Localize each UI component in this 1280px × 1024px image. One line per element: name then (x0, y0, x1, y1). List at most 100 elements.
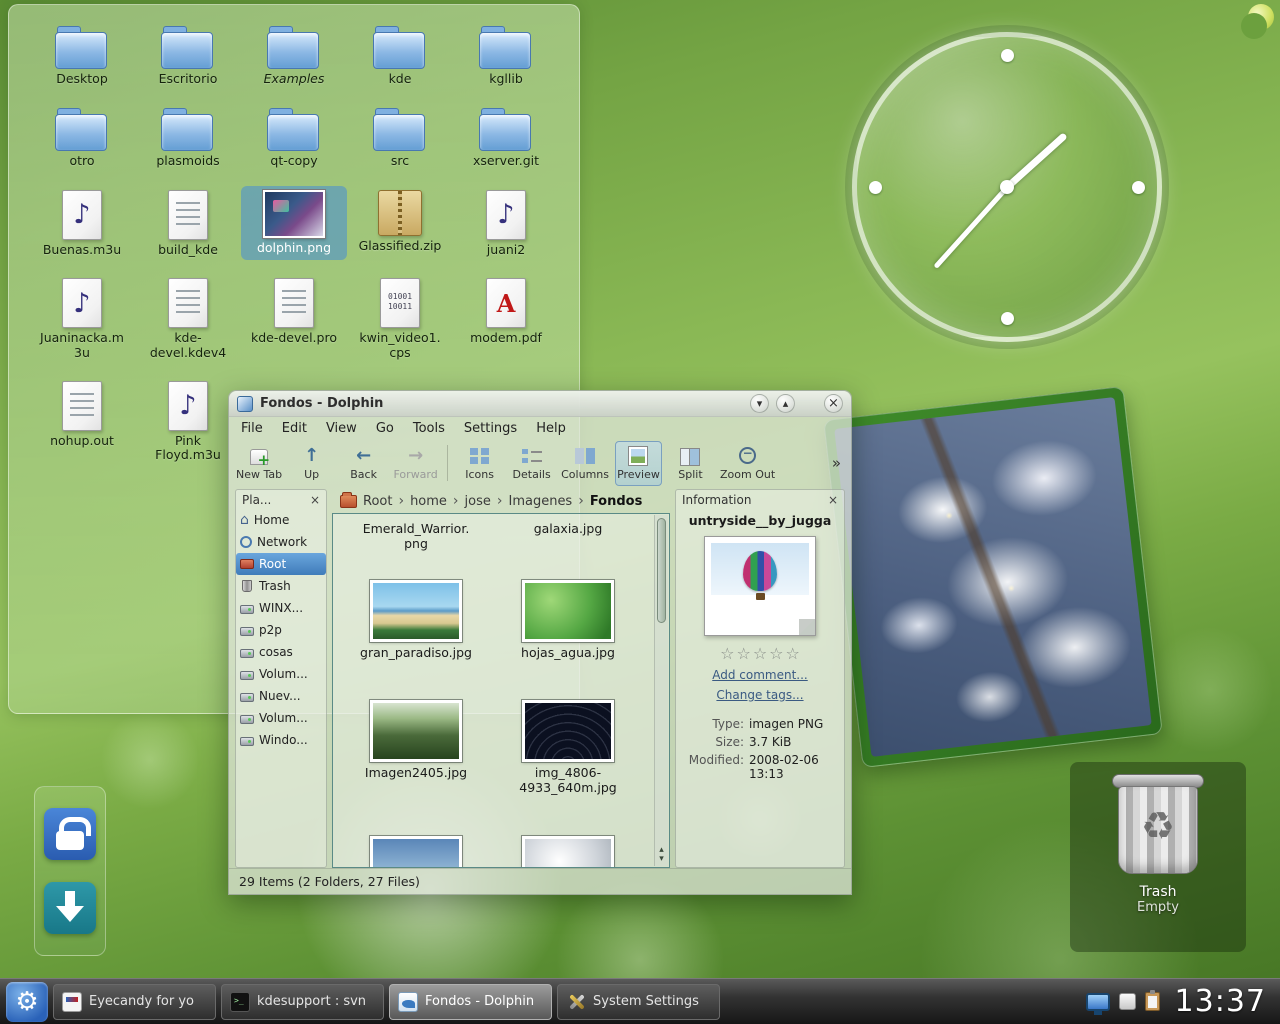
menu-view[interactable]: View (326, 421, 357, 436)
breadcrumb-current[interactable]: Fondos (590, 494, 643, 509)
place-winx[interactable]: WINX... (236, 597, 326, 619)
file-item[interactable]: gran_paradiso.jpg (341, 580, 491, 660)
desktop-icon-dolphin-png[interactable]: dolphin.png (241, 185, 347, 261)
desktop-icon-escritorio[interactable]: Escritorio (135, 21, 241, 89)
breadcrumb-imagenes[interactable]: Imagenes (508, 494, 572, 509)
download-arrow-widget-icon[interactable] (44, 881, 96, 934)
minimize-button[interactable] (750, 394, 769, 413)
menu-help[interactable]: Help (536, 421, 566, 436)
task-dolphin[interactable]: Fondos - Dolphin (389, 983, 552, 1020)
breadcrumb-home[interactable]: home (410, 494, 447, 509)
file-item[interactable] (341, 836, 491, 867)
desktop-icon-kgllib[interactable]: kgllib (453, 21, 559, 89)
place-volume-2[interactable]: Volum... (236, 707, 326, 729)
file-view[interactable]: Emerald_Warrior.png galaxia.jpg gran_par… (332, 513, 670, 868)
columns-view-button[interactable]: Columns (560, 441, 610, 486)
place-nuevo[interactable]: Nuev... (236, 685, 326, 707)
desktop-icon-build-kde[interactable]: build_kde (135, 186, 241, 260)
window-titlebar[interactable]: Fondos - Dolphin (229, 391, 851, 417)
task-system-settings[interactable]: System Settings (557, 983, 720, 1020)
plasma-cashew-icon[interactable] (1241, 2, 1276, 39)
display-tray-icon[interactable] (1085, 992, 1110, 1015)
desktop-icon-kwin-video1-cps[interactable]: kwin_video1.cps (347, 274, 453, 363)
digital-clock[interactable]: 13:37 (1171, 984, 1274, 1019)
rating-star-icon[interactable] (769, 644, 783, 663)
vertical-scrollbar[interactable]: ▴ ▾ (654, 515, 668, 866)
desktop-icon-plasmoids[interactable]: plasmoids (135, 103, 241, 171)
file-item[interactable] (493, 836, 643, 867)
file-item[interactable]: Imagen2405.jpg (341, 700, 491, 780)
device-notifier-tray-icon[interactable] (1118, 993, 1136, 1010)
place-home[interactable]: Home (236, 509, 326, 531)
desktop-icon-kde[interactable]: kde (347, 21, 453, 89)
place-root[interactable]: Root (236, 553, 326, 575)
task-eyecandy[interactable]: Eyecandy for yo (53, 983, 216, 1020)
places-close-icon[interactable] (310, 493, 320, 507)
analog-clock-widget[interactable] (852, 32, 1162, 342)
breadcrumb-jose[interactable]: jose (465, 494, 491, 509)
task-kdesupport[interactable]: kdesupport : svn (221, 983, 384, 1020)
place-cosas[interactable]: cosas (236, 641, 326, 663)
rating-star-icon[interactable] (720, 644, 734, 663)
desktop-icon-src[interactable]: src (347, 103, 453, 171)
system-tray (1085, 990, 1166, 1015)
scroll-down-icon[interactable]: ▾ (659, 855, 664, 864)
photo-frame-widget[interactable] (823, 386, 1163, 768)
desktop-icon-pink-floyd-m3u[interactable]: Pink Floyd.m3u (135, 377, 241, 466)
breadcrumb-root[interactable]: Root (363, 494, 392, 509)
desktop-icon-kde-devel-kdev4[interactable]: kde-devel.kdev4 (135, 274, 241, 363)
zoom-out-button[interactable]: Zoom Out (719, 441, 776, 486)
file-item[interactable]: hojas_agua.jpg (493, 580, 643, 660)
menu-go[interactable]: Go (376, 421, 394, 436)
place-trash[interactable]: Trash (236, 575, 326, 597)
rating-stars[interactable] (720, 644, 800, 663)
klipper-tray-icon[interactable] (1144, 990, 1160, 1011)
desktop-icon-nohup-out[interactable]: nohup.out (29, 377, 135, 466)
file-item[interactable]: Emerald_Warrior.png (341, 518, 491, 551)
lock-widget-icon[interactable] (44, 808, 96, 861)
close-button[interactable] (824, 394, 843, 413)
desktop-icon-juaninacka-m3u[interactable]: Juaninacka.m3u (29, 274, 135, 363)
desktop-icon-otro[interactable]: otro (29, 103, 135, 171)
desktop-icon-xserver-git[interactable]: xserver.git (453, 103, 559, 171)
place-windows[interactable]: Windo... (236, 729, 326, 751)
menu-edit[interactable]: Edit (282, 421, 307, 436)
menu-file[interactable]: File (241, 421, 263, 436)
info-field-size: Size: 3.7 KiB (676, 733, 844, 751)
add-comment-link[interactable]: Add comment... (712, 668, 808, 682)
up-button[interactable]: Up (288, 441, 335, 486)
desktop-icon-modem-pdf[interactable]: modem.pdf (453, 274, 559, 363)
rating-star-icon[interactable] (753, 644, 767, 663)
change-tags-link[interactable]: Change tags... (716, 688, 803, 702)
place-p2p[interactable]: p2p (236, 619, 326, 641)
menu-settings[interactable]: Settings (464, 421, 517, 436)
place-volume-1[interactable]: Volum... (236, 663, 326, 685)
forward-button[interactable]: Forward (392, 441, 439, 486)
preview-button[interactable]: Preview (614, 440, 662, 486)
split-button[interactable]: Split (667, 441, 714, 486)
icons-view-button[interactable]: Icons (456, 441, 503, 486)
file-item[interactable]: galaxia.jpg (493, 518, 643, 536)
root-folder-icon (240, 559, 254, 569)
desktop-icon-qt-copy[interactable]: qt-copy (241, 103, 347, 171)
new-tab-button[interactable]: New Tab (235, 441, 283, 486)
desktop-icon-desktop[interactable]: Desktop (29, 21, 135, 89)
back-button[interactable]: Back (340, 441, 387, 486)
information-close-icon[interactable] (828, 493, 838, 507)
desktop-icon-glassified-zip[interactable]: Glassified.zip (347, 186, 453, 260)
kmenu-button[interactable] (6, 981, 48, 1022)
file-item[interactable]: img_4806-4933_640m.jpg (493, 700, 643, 795)
desktop-icon-juani2[interactable]: juani2 (453, 186, 559, 260)
rating-star-icon[interactable] (786, 644, 800, 663)
desktop-icon-buenas-m3u[interactable]: Buenas.m3u (29, 186, 135, 260)
trash-widget[interactable]: ♻ Trash Empty (1070, 762, 1246, 952)
rating-star-icon[interactable] (736, 644, 750, 663)
scrollbar-thumb[interactable] (657, 518, 666, 623)
desktop-icon-kde-devel-pro[interactable]: kde-devel.pro (241, 274, 347, 363)
place-network[interactable]: Network (236, 531, 326, 553)
menu-tools[interactable]: Tools (413, 421, 445, 436)
details-view-button[interactable]: Details (508, 441, 555, 486)
toolbar-overflow-button[interactable]: » (828, 454, 845, 472)
maximize-button[interactable] (776, 394, 795, 413)
desktop-icon-examples[interactable]: Examples (241, 21, 347, 89)
